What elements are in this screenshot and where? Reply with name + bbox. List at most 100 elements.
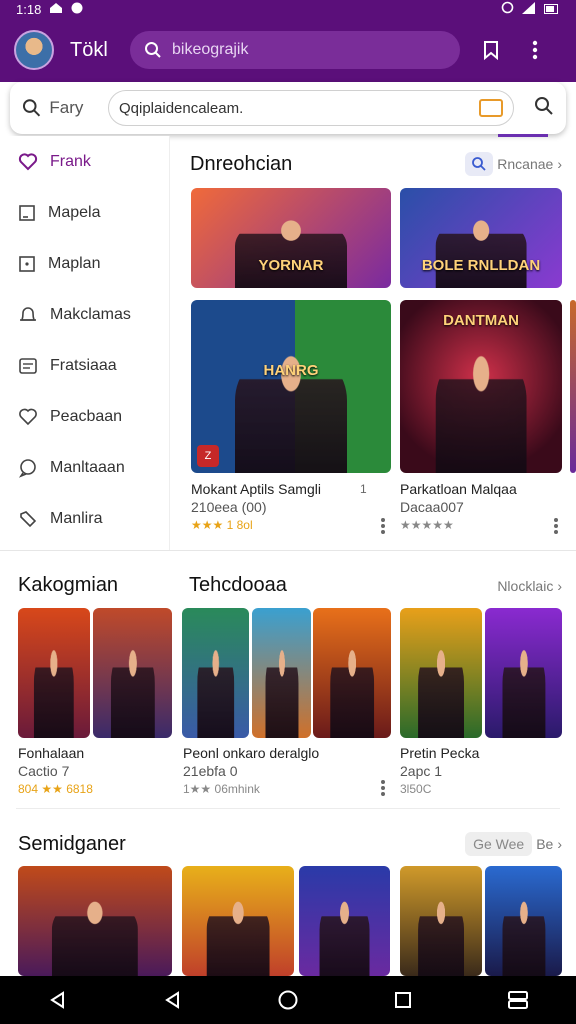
sidebar-item-manlira[interactable]: Manlira [0,493,169,544]
search-icon [22,99,41,117]
game-info-row2-2[interactable]: Peonl onkaro deralglo 21ebfa 0 1★★ 06mhi… [183,744,373,798]
search-card: Fary Qqiplaidencaleam. [10,82,566,134]
game-art [330,647,374,738]
search-submit-button[interactable] [534,96,554,121]
chat-icon [18,458,36,478]
messenger-notification-icon [71,2,83,17]
sidebar-item-label: Maplan [48,254,101,272]
game-art-title: YORNAR [258,257,324,274]
bookmark-button[interactable] [478,37,504,63]
sidebar-item-manltaaan[interactable]: Manltaaan [0,442,169,493]
sidebar: Frank Mapela Maplan Makclamas Fratsiaaa … [0,136,170,550]
featured-title: Dnreohcian [190,152,293,175]
game-subtitle: 2apc 1 [400,763,443,779]
game-title: Fonhalaan [18,745,85,761]
game-tile-featured-5-partial[interactable] [570,300,576,473]
sidebar-item-label: Mapela [48,203,101,221]
game-tile-row2-3[interactable] [182,608,249,738]
row2-left-title: Kakogmian [18,574,119,596]
top-search-bar[interactable]: bikeograjik [130,31,460,69]
id-card-icon [19,357,37,374]
bookmark-icon [484,41,498,60]
game-art [319,899,370,976]
row3-header: Semidganer Ge Wee Be › [18,832,562,856]
sidebar-item-label: Fratsiaaa [50,356,117,374]
search-icon [472,157,486,171]
row3-link-label[interactable]: Be [536,836,553,852]
back-button-secondary[interactable] [159,986,187,1014]
game-tile-featured-1[interactable]: YORNAR [191,188,391,288]
row2-title: Tehcdooaa [189,574,287,596]
game-menu-button[interactable] [381,780,385,796]
sidebar-item-label: Peacbaan [50,407,123,425]
filter-icon[interactable] [479,99,503,117]
game-art [235,218,347,288]
game-count: 1 [360,482,367,496]
game-tile-row2-4[interactable] [252,608,311,738]
sidebar-item-frank[interactable]: Frank [0,136,169,187]
game-count-1: 1 [360,480,367,498]
game-menu-button[interactable] [381,518,385,534]
game-art [264,647,299,738]
avatar[interactable] [14,30,54,70]
sidebar-item-label: Frank [50,152,91,170]
sidebar-item-mapela[interactable]: Mapela [0,187,169,238]
bell-icon [20,306,36,321]
game-info-2[interactable]: Parkatloan Malqaa Dacaa007 ★★★★★ [400,480,560,534]
square-icon [19,204,35,221]
game-info-row2-3[interactable]: Pretin Pecka 2apc 1 3l50C [400,744,550,798]
sidebar-item-maplan[interactable]: Maplan [0,238,169,289]
game-tile-row2-2[interactable] [93,608,172,738]
game-rating: 804 ★★ 6818 [18,782,93,796]
back-button[interactable] [44,986,72,1014]
game-title: Pretin Pecka [400,745,480,761]
game-tile-row3-3[interactable] [299,866,390,976]
back-triangle-icon [164,991,179,1009]
game-art [51,899,139,976]
game-art [418,899,464,976]
row2-header: Tehcdooaa Nlocklaic › [189,574,562,597]
chevron-right-icon: › [557,156,562,172]
game-art-title: HANRG [263,362,319,379]
featured-see-more[interactable]: Rncanae › [465,152,562,176]
game-tile-featured-3[interactable]: HANRG Z [191,300,391,473]
game-subtitle: Cactio 7 [18,763,70,779]
game-tile-row3-4[interactable] [400,866,482,976]
game-art [33,647,75,738]
divider [16,808,560,809]
row3-chip[interactable]: Ge Wee [465,832,533,856]
search-chip[interactable] [465,152,494,176]
recents-square-icon [395,992,412,1008]
game-info-row2-1[interactable]: Fonhalaan Cactio 7 804 ★★ 6818 [18,744,168,798]
game-tile-row3-5[interactable] [485,866,562,976]
game-subtitle: Dacaa007 [400,499,464,515]
accessibility-button[interactable] [504,986,532,1014]
alarm-icon [501,1,514,17]
game-tile-featured-4[interactable]: DANTMAN [400,300,562,473]
game-art [196,647,235,738]
game-tile-featured-2[interactable]: BOLE RNLLDAN [400,188,562,288]
game-menu-button[interactable] [554,518,558,534]
game-tile-row3-1[interactable] [18,866,172,976]
search-scope-label[interactable]: Fary [49,98,94,118]
game-tile-row3-2[interactable] [182,866,294,976]
game-art [110,647,155,738]
home-button[interactable] [274,986,302,1014]
sidebar-item-makclamas[interactable]: Makclamas [0,289,169,340]
game-tile-row2-1[interactable] [18,608,90,738]
game-tile-row2-7[interactable] [485,608,562,738]
sidebar-item-label: Makclamas [50,305,131,323]
heart-icon [19,408,37,425]
app-title: Tökl [70,38,108,61]
row2-see-more[interactable]: Nlocklaic › [497,578,562,594]
recents-button[interactable] [389,986,417,1014]
tag-icon [20,510,37,527]
search-icon [145,42,161,58]
game-tile-row2-6[interactable] [400,608,482,738]
search-input[interactable]: Qqiplaidencaleam. [108,90,514,126]
sidebar-item-peacbaan[interactable]: Peacbaan [0,391,169,442]
overflow-menu-button[interactable] [522,37,548,63]
sidebar-item-fratsiaaa[interactable]: Fratsiaaa [0,340,169,391]
game-rating: 1★★ 06mhink [183,782,260,796]
game-tile-row2-5[interactable] [313,608,391,738]
